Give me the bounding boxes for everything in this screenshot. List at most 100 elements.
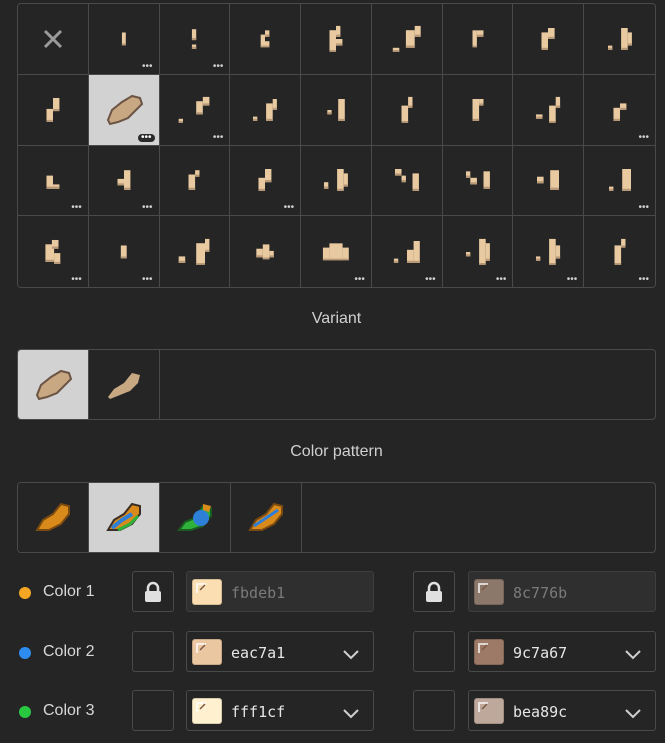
pixel-sprite-icon <box>472 98 484 121</box>
pixel-sprite-icon <box>46 97 60 122</box>
shape-cell[interactable] <box>159 216 231 287</box>
lock-toggle[interactable] <box>413 571 455 612</box>
pattern-option-1[interactable] <box>18 483 89 552</box>
hex-value: 8c776b <box>513 584 568 602</box>
shape-cell[interactable] <box>442 4 514 75</box>
pixel-sprite-icon <box>192 28 197 49</box>
shape-cell[interactable] <box>513 74 585 146</box>
shape-cell[interactable]: ••• <box>18 216 89 287</box>
shape-cell[interactable] <box>230 216 302 287</box>
more-options-icon[interactable]: ••• <box>425 275 436 285</box>
pixel-sprite-icon <box>323 169 349 192</box>
more-options-icon[interactable]: ••• <box>142 61 153 71</box>
more-options-icon[interactable]: ••• <box>567 275 578 285</box>
shape-cell[interactable]: ••• <box>159 74 231 146</box>
pixel-sprite-icon <box>392 25 422 53</box>
more-options-icon[interactable]: ••• <box>638 203 649 213</box>
shape-cell[interactable] <box>18 4 89 75</box>
shape-cell[interactable]: ••• <box>159 4 231 75</box>
lock-toggle[interactable] <box>132 690 174 731</box>
shape-cell[interactable] <box>513 145 585 217</box>
shape-cell[interactable] <box>584 4 655 75</box>
pattern-option-3[interactable] <box>160 483 231 552</box>
pixel-sprite-icon <box>537 170 560 191</box>
variant-option-1[interactable] <box>18 350 89 419</box>
pattern-option-2[interactable] <box>89 483 160 552</box>
shape-cell[interactable]: ••• <box>18 145 89 217</box>
shape-cell[interactable] <box>18 74 89 146</box>
more-options-icon[interactable]: ••• <box>71 275 82 285</box>
more-options-icon[interactable]: ••• <box>638 132 649 142</box>
more-options-icon[interactable]: ••• <box>213 132 224 142</box>
color-field-primary[interactable]: eac7a1 <box>186 631 374 672</box>
shape-cell[interactable] <box>301 74 372 146</box>
pixel-sprite-icon <box>472 30 484 48</box>
color-field-primary[interactable]: fbdeb1 <box>186 571 374 612</box>
shape-cell[interactable]: ••• <box>442 216 514 287</box>
color-swatch[interactable] <box>474 579 504 605</box>
pixel-sprite-icon <box>401 96 413 123</box>
color-field-secondary[interactable]: 9c7a67 <box>468 631 656 672</box>
pixel-sprite-icon <box>536 238 561 265</box>
color-field-secondary[interactable]: 8c776b <box>468 571 656 612</box>
pixel-sprite-icon <box>121 32 126 46</box>
shape-cell[interactable] <box>159 145 231 217</box>
more-options-icon[interactable]: ••• <box>142 275 153 285</box>
pixel-sprite-icon <box>188 170 200 191</box>
pixel-sprite-icon <box>260 30 270 48</box>
hex-value: bea89c <box>513 703 568 721</box>
lock-toggle[interactable] <box>132 571 174 612</box>
shape-cell[interactable] <box>371 74 443 146</box>
shape-cell[interactable]: ••• <box>88 216 160 287</box>
color-swatch[interactable] <box>474 639 504 665</box>
color-swatch[interactable] <box>192 698 222 724</box>
shape-cell[interactable] <box>442 74 514 146</box>
pixel-sprite-icon <box>394 169 419 192</box>
shape-cell[interactable] <box>442 145 514 217</box>
pattern-option-4[interactable] <box>231 483 302 552</box>
bean-sprite-icon <box>35 369 73 400</box>
pixel-sprite-icon <box>465 238 490 265</box>
shape-cell[interactable]: ••• <box>88 74 160 146</box>
color-row-1: Color 1 fbdeb1 8c776b <box>17 571 656 613</box>
shape-cell[interactable] <box>230 4 302 75</box>
pattern-solid-icon <box>35 502 70 531</box>
shape-cell[interactable]: ••• <box>88 4 160 75</box>
more-options-icon[interactable]: ••• <box>142 203 153 213</box>
more-options-icon[interactable]: ••• <box>71 203 82 213</box>
color-swatch[interactable] <box>474 698 504 724</box>
color-label: Color 1 <box>43 583 95 600</box>
color-dot <box>19 587 31 599</box>
pattern-striped-icon <box>106 502 141 531</box>
shape-cell[interactable]: ••• <box>584 216 655 287</box>
lock-toggle[interactable] <box>413 690 455 731</box>
color-field-secondary[interactable]: bea89c <box>468 690 656 731</box>
more-options-icon[interactable]: ••• <box>213 61 224 71</box>
shape-cell[interactable] <box>371 145 443 217</box>
more-options-icon[interactable]: ••• <box>638 275 649 285</box>
color-pattern-row <box>17 482 656 553</box>
lock-toggle[interactable] <box>132 631 174 672</box>
shape-cell[interactable]: ••• <box>584 145 655 217</box>
shape-cell[interactable] <box>371 4 443 75</box>
shape-cell[interactable] <box>301 145 372 217</box>
pixel-sprite-icon <box>613 103 627 121</box>
color-swatch[interactable] <box>192 639 222 665</box>
color-swatch[interactable] <box>192 579 222 605</box>
shape-cell[interactable]: ••• <box>230 145 302 217</box>
shape-cell[interactable]: ••• <box>584 74 655 146</box>
shape-cell[interactable]: ••• <box>301 216 372 287</box>
shape-cell[interactable]: ••• <box>88 145 160 217</box>
variant-option-2[interactable] <box>89 350 160 419</box>
shape-cell[interactable]: ••• <box>513 216 585 287</box>
more-options-icon[interactable]: ••• <box>496 275 507 285</box>
shape-cell[interactable]: ••• <box>371 216 443 287</box>
more-options-icon[interactable]: ••• <box>138 132 155 142</box>
lock-toggle[interactable] <box>413 631 455 672</box>
shape-cell[interactable] <box>301 4 372 75</box>
shape-cell[interactable] <box>230 74 302 146</box>
color-field-primary[interactable]: fff1cf <box>186 690 374 731</box>
shape-cell[interactable] <box>513 4 585 75</box>
more-options-icon[interactable]: ••• <box>354 275 365 285</box>
more-options-icon[interactable]: ••• <box>284 203 295 213</box>
